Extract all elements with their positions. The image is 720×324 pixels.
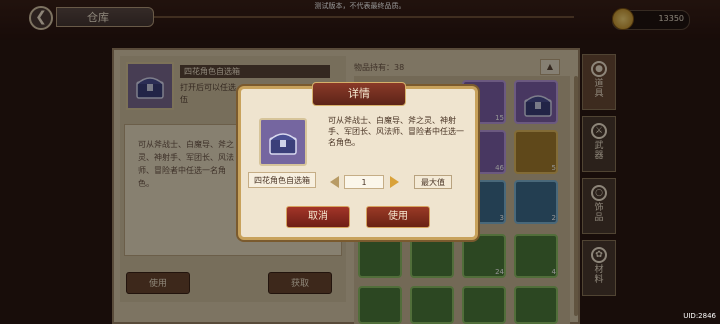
dialog-title: 详情 xyxy=(312,82,406,106)
user-id: UID:2846 xyxy=(683,312,716,320)
quantity-field[interactable]: 1 xyxy=(344,175,384,189)
dialog-item-thumbnail xyxy=(259,118,307,166)
dialog-item-description: 可从斧战士、白魔导、斧之灵、神射手、军团长、风法师、冒险者中任选一名角色。 xyxy=(328,116,464,147)
max-button[interactable]: 最大值 xyxy=(414,175,452,189)
chest-icon xyxy=(269,133,297,155)
decrease-arrow-icon[interactable] xyxy=(330,176,339,188)
increase-arrow-icon[interactable] xyxy=(390,176,399,188)
cancel-button[interactable]: 取消 xyxy=(286,206,350,228)
dialog-use-button[interactable]: 使用 xyxy=(366,206,430,228)
dialog-item-name: 四花角色自选箱 xyxy=(248,172,316,188)
